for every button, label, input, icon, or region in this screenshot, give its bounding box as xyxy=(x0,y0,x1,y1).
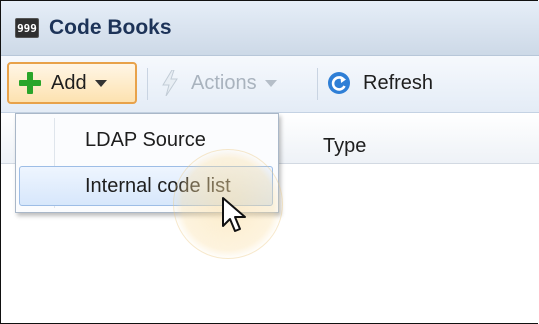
code-books-panel: 999 Code Books Add Actions Refresh Type … xyxy=(0,0,539,324)
codebook-icon: 999 xyxy=(15,18,39,38)
toolbar: Add Actions Refresh xyxy=(1,56,539,113)
menu-item-label: LDAP Source xyxy=(85,128,206,151)
chevron-down-icon xyxy=(264,79,277,87)
plus-icon xyxy=(19,72,41,94)
refresh-icon xyxy=(328,72,350,94)
panel-titlebar: 999 Code Books xyxy=(1,1,539,56)
menu-item-label: Internal code list xyxy=(85,174,231,197)
menu-item-ldap-source[interactable]: LDAP Source xyxy=(19,120,273,160)
panel-title: Code Books xyxy=(49,16,172,39)
column-header-type[interactable]: Type xyxy=(323,135,366,158)
chevron-down-icon xyxy=(94,79,107,87)
refresh-button-label: Refresh xyxy=(363,71,434,94)
actions-button[interactable]: Actions xyxy=(161,62,277,104)
mouse-cursor-icon xyxy=(222,197,246,232)
add-button-label: Add xyxy=(51,71,87,94)
add-button[interactable]: Add xyxy=(7,62,137,104)
lightning-icon xyxy=(162,70,178,96)
toolbar-separator xyxy=(147,68,148,100)
refresh-button[interactable]: Refresh xyxy=(327,62,433,104)
toolbar-separator xyxy=(317,68,318,100)
actions-button-label: Actions xyxy=(191,71,257,94)
